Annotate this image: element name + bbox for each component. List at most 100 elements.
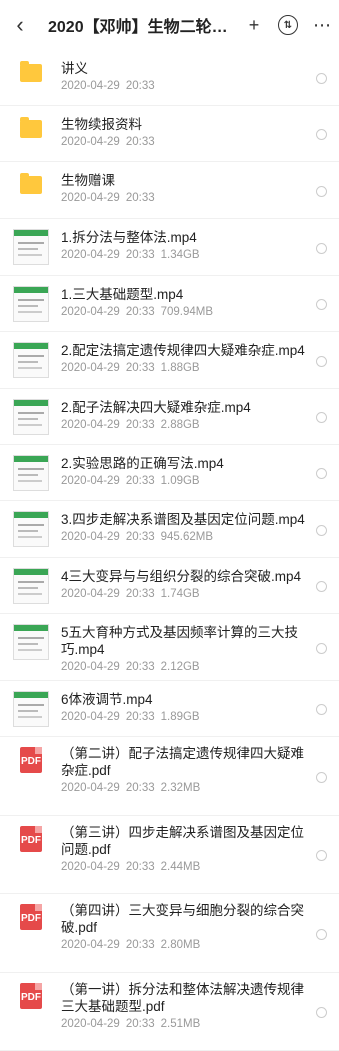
file-meta: 2020-04-29 20:33 xyxy=(61,192,305,204)
select-radio[interactable] xyxy=(316,412,327,423)
back-arrow-icon[interactable]: ‹ xyxy=(0,0,40,50)
select-radio[interactable] xyxy=(316,73,327,84)
folder-row[interactable]: 生物赠课 2020-04-29 20:33 xyxy=(0,162,339,219)
file-size: 945.62MB xyxy=(160,531,214,543)
video-thumbnail-icon xyxy=(13,229,49,265)
video-thumbnail-icon xyxy=(13,455,49,491)
file-info: 4三大变异与与组织分裂的综合突破.mp4 2020-04-29 20:33 1.74G… xyxy=(61,568,339,600)
file-time: 20:33 xyxy=(125,249,155,261)
file-time: 20:33 xyxy=(125,306,155,318)
select-radio[interactable] xyxy=(316,1007,327,1018)
file-row[interactable]: 3.四步走解决系谱图及基因定位问题.mp4 2020-04-29 20:33 945.… xyxy=(0,501,339,558)
file-meta: 2020-04-29 20:33 1.88GB xyxy=(61,362,305,374)
file-time: 20:33 xyxy=(125,531,155,543)
file-row[interactable]: 1.拆分法与整体法.mp4 2020-04-29 20:33 1.34GB xyxy=(0,219,339,276)
file-date: 2020-04-29 xyxy=(61,136,120,148)
file-size: 2.80MB xyxy=(160,939,201,951)
select-radio[interactable] xyxy=(316,929,327,940)
select-radio[interactable] xyxy=(316,581,327,592)
select-radio[interactable] xyxy=(316,299,327,310)
file-size: 2.12GB xyxy=(160,661,200,673)
select-radio[interactable] xyxy=(316,772,327,783)
file-name: （第二讲）配子法搞定遗传规律四大疑难杂症.pdf xyxy=(61,746,304,778)
file-name: 生物续报资料 xyxy=(61,117,142,132)
file-time: 20:33 xyxy=(125,136,155,148)
file-meta: 2020-04-29 20:33 709.94MB xyxy=(61,306,305,318)
file-thumbnail xyxy=(13,286,49,322)
file-row[interactable]: 5五大育种方式及基因频率计算的三大技巧.mp4 2020-04-29 20:33 2.… xyxy=(0,614,339,681)
select-radio[interactable] xyxy=(316,468,327,479)
video-thumbnail-icon xyxy=(13,568,49,604)
file-date: 2020-04-29 xyxy=(61,475,120,487)
file-row[interactable]: PDF （第四讲）三大变异与细胞分裂的综合突破.pdf 2020-04-29 20:3… xyxy=(0,894,339,973)
select-radio[interactable] xyxy=(316,643,327,654)
file-date: 2020-04-29 xyxy=(61,192,120,204)
top-actions: + ⇅ ⋯ xyxy=(237,0,339,50)
file-thumbnail xyxy=(13,511,49,547)
select-radio[interactable] xyxy=(316,243,327,254)
file-info: 2.实验思路的正确写法.mp4 2020-04-29 20:33 1.09GB xyxy=(61,455,339,487)
more-icon[interactable]: ⋯ xyxy=(305,0,339,50)
pdf-label: PDF xyxy=(21,992,41,1003)
file-meta: 2020-04-29 20:33 xyxy=(61,136,305,148)
file-info: （第四讲）三大变异与细胞分裂的综合突破.pdf 2020-04-29 20:33 2.… xyxy=(61,902,339,951)
video-thumbnail-icon xyxy=(13,624,49,660)
file-size: 1.34GB xyxy=(160,249,200,261)
file-name: 2.实验思路的正确写法.mp4 xyxy=(61,456,224,471)
pdf-label: PDF xyxy=(21,913,41,924)
file-meta: 2020-04-29 20:33 2.32MB xyxy=(61,782,305,794)
file-date: 2020-04-29 xyxy=(61,362,120,374)
file-meta: 2020-04-29 20:33 2.51MB xyxy=(61,1018,305,1030)
select-radio[interactable] xyxy=(316,186,327,197)
file-meta: 2020-04-29 20:33 1.74GB xyxy=(61,588,305,600)
file-time: 20:33 xyxy=(125,711,155,723)
sort-button[interactable]: ⇅ xyxy=(271,0,305,50)
file-thumbnail xyxy=(13,691,49,727)
add-icon[interactable]: + xyxy=(237,0,271,50)
file-row[interactable]: 2.配定法搞定遗传规律四大疑难杂症.mp4 2020-04-29 20:33 1.88… xyxy=(0,332,339,389)
file-date: 2020-04-29 xyxy=(61,588,120,600)
select-radio[interactable] xyxy=(316,850,327,861)
folder-row[interactable]: 讲义 2020-04-29 20:33 xyxy=(0,50,339,106)
select-radio[interactable] xyxy=(316,129,327,140)
file-row[interactable]: PDF （第一讲）拆分法和整体法解决遗传规律三大基础题型.pdf 2020-04-2… xyxy=(0,973,339,1051)
pdf-icon: PDF xyxy=(20,747,42,773)
file-row[interactable]: 6体液调节.mp4 2020-04-29 20:33 1.89GB xyxy=(0,681,339,737)
file-date: 2020-04-29 xyxy=(61,711,120,723)
file-date: 2020-04-29 xyxy=(61,1018,120,1030)
folder-row[interactable]: 生物续报资料 2020-04-29 20:33 xyxy=(0,106,339,162)
file-meta: 2020-04-29 20:33 1.09GB xyxy=(61,475,305,487)
select-radio[interactable] xyxy=(316,356,327,367)
file-info: 1.拆分法与整体法.mp4 2020-04-29 20:33 1.34GB xyxy=(61,229,339,261)
file-row[interactable]: 4三大变异与与组织分裂的综合突破.mp4 2020-04-29 20:33 1.74G… xyxy=(0,558,339,614)
file-time: 20:33 xyxy=(125,475,155,487)
file-size: 1.74GB xyxy=(160,588,200,600)
file-date: 2020-04-29 xyxy=(61,939,120,951)
folder-icon xyxy=(20,61,42,82)
folder-icon xyxy=(20,117,42,138)
file-info: 讲义 2020-04-29 20:33 xyxy=(61,60,339,92)
file-thumbnail xyxy=(13,172,49,194)
file-date: 2020-04-29 xyxy=(61,531,120,543)
select-radio[interactable] xyxy=(316,704,327,715)
file-size: 1.89GB xyxy=(160,711,200,723)
file-size: 1.88GB xyxy=(160,362,200,374)
folder-icon xyxy=(20,173,42,194)
file-time: 20:33 xyxy=(125,419,155,431)
file-date: 2020-04-29 xyxy=(61,80,120,92)
pdf-icon: PDF xyxy=(20,826,42,852)
file-row[interactable]: 1.三大基础题型.mp4 2020-04-29 20:33 709.94MB xyxy=(0,276,339,332)
file-row[interactable]: 2.配子法解决四大疑难杂症.mp4 2020-04-29 20:33 2.88GB xyxy=(0,389,339,445)
file-name: 讲义 xyxy=(61,61,88,76)
file-name: 2.配子法解决四大疑难杂症.mp4 xyxy=(61,400,251,415)
file-time: 20:33 xyxy=(125,588,155,600)
file-thumbnail xyxy=(13,455,49,491)
file-info: 生物续报资料 2020-04-29 20:33 xyxy=(61,116,339,148)
file-row[interactable]: PDF （第二讲）配子法搞定遗传规律四大疑难杂症.pdf 2020-04-29 20:… xyxy=(0,737,339,816)
file-info: （第一讲）拆分法和整体法解决遗传规律三大基础题型.pdf 2020-04-29 20… xyxy=(61,981,339,1030)
file-name: 4三大变异与与组织分裂的综合突破.mp4 xyxy=(61,569,302,584)
file-thumbnail: PDF xyxy=(13,745,49,773)
select-radio[interactable] xyxy=(316,525,327,536)
file-row[interactable]: 2.实验思路的正确写法.mp4 2020-04-29 20:33 1.09GB xyxy=(0,445,339,501)
file-row[interactable]: PDF （第三讲）四步走解决系谱图及基因定位问题.pdf 2020-04-29 20:… xyxy=(0,816,339,894)
